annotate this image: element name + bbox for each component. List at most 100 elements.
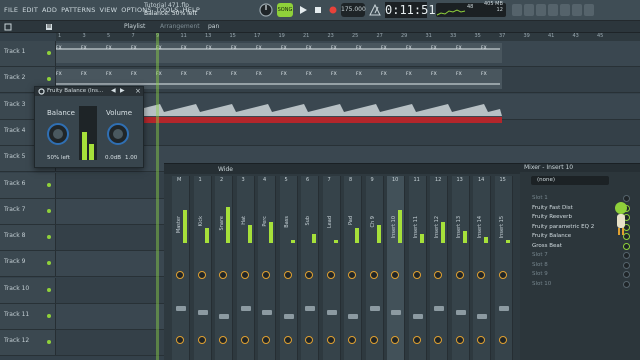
pattern-selector[interactable]: pan: [208, 23, 219, 30]
strip-route-knob[interactable]: [176, 336, 184, 344]
strip-fader[interactable]: [305, 306, 315, 311]
strip-pan-knob[interactable]: [477, 271, 485, 279]
automation-clip[interactable]: FX FX FX FX FX FX FX FX FX FX FX FX FX FX FX FX FX FX: [56, 43, 502, 63]
strip-fader[interactable]: [240, 306, 251, 311]
plugin-title[interactable]: Fruity Balance (Ins...: [35, 87, 143, 96]
record-button[interactable]: [327, 3, 339, 17]
stop-button[interactable]: [312, 3, 324, 17]
strip-route-knob[interactable]: [283, 336, 292, 344]
track-mute-led[interactable]: [47, 340, 51, 345]
strip-route-knob[interactable]: [197, 336, 206, 344]
play-button[interactable]: [297, 3, 309, 17]
chevron-left-icon[interactable]: ◀: [111, 87, 116, 94]
channel-rack-button[interactable]: [524, 4, 534, 16]
menu-view[interactable]: VIEW: [100, 6, 118, 14]
piano-roll-button[interactable]: [548, 4, 558, 16]
effect-slot[interactable]: Slot 9: [526, 270, 630, 279]
strip-fader[interactable]: [434, 306, 444, 311]
pattern-picker-button[interactable]: [512, 4, 522, 16]
effect-slot-toggle[interactable]: [623, 280, 630, 288]
mixer-strip[interactable]: 3 Hat: [236, 176, 255, 360]
balance-knob[interactable]: [47, 123, 69, 145]
tempo-display[interactable]: 175.000: [341, 3, 366, 17]
mixer-strip[interactable]: 6 Sub: [301, 176, 319, 360]
effect-slot[interactable]: Slot 10: [526, 280, 630, 289]
preset-selector[interactable]: (none): [531, 176, 609, 185]
effect-slot-toggle[interactable]: [623, 252, 630, 259]
track-mute-led[interactable]: [47, 235, 51, 240]
track-header[interactable]: Track 12: [0, 330, 56, 356]
track-mute-led[interactable]: [47, 208, 51, 213]
track-mute-led[interactable]: [47, 182, 51, 187]
track-mute-led[interactable]: [47, 314, 51, 318]
mixer-button[interactable]: [536, 4, 546, 16]
effect-slot-toggle[interactable]: [623, 242, 630, 250]
mixer-strip[interactable]: 2 Snare: [215, 176, 233, 360]
mixer-strip[interactable]: 12 Insert 12: [430, 176, 448, 360]
effect-slot-toggle[interactable]: [623, 271, 630, 278]
track-mute-led[interactable]: [47, 287, 51, 292]
track-mute-led[interactable]: [47, 77, 51, 82]
strip-pan-knob[interactable]: [498, 271, 507, 279]
mixer-strip[interactable]: 10 Insert 10: [387, 176, 405, 360]
strip-route-knob[interactable]: [326, 336, 335, 344]
chevron-right-icon[interactable]: ▶: [120, 87, 125, 94]
piano-icon[interactable]: [45, 23, 53, 31]
strip-route-knob[interactable]: [498, 336, 507, 344]
track-header[interactable]: Track 9: [0, 251, 56, 277]
strip-route-knob[interactable]: [434, 336, 442, 344]
strip-route-knob[interactable]: [412, 336, 421, 344]
menu-file[interactable]: FILE: [4, 6, 18, 14]
track-header[interactable]: Track 8: [0, 225, 56, 251]
track-header[interactable]: Track 6: [0, 172, 56, 198]
playlist-crumb[interactable]: Arrangement: [160, 23, 200, 30]
strip-fader[interactable]: [197, 310, 208, 315]
strip-pan-knob[interactable]: [326, 271, 335, 279]
mixer-strip[interactable]: 14 Insert 14: [473, 176, 491, 360]
timeline-ruler[interactable]: 1 3 5 7 9 11 13 15 17 19 21 23 25 27 29 31 33 35 37 39 41 43 4…: [56, 33, 640, 41]
mixer-strip[interactable]: 13 Insert 13: [451, 176, 470, 360]
strip-fader[interactable]: [412, 314, 423, 319]
playhead[interactable]: [156, 33, 159, 360]
mixer-strip[interactable]: M Master: [172, 176, 190, 360]
strip-route-knob[interactable]: [262, 336, 270, 344]
strip-fader[interactable]: [391, 310, 401, 315]
strip-pan-knob[interactable]: [219, 271, 227, 279]
strip-pan-knob[interactable]: [305, 271, 313, 279]
mixer-strip[interactable]: 9 Ch 9: [365, 176, 384, 360]
plugin-picker-button[interactable]: [572, 4, 582, 16]
mixer-strip[interactable]: 8 Pad: [344, 176, 362, 360]
menu-edit[interactable]: EDIT: [22, 6, 38, 14]
menu-add[interactable]: ADD: [42, 6, 57, 14]
strip-pan-knob[interactable]: [176, 271, 184, 279]
strip-fader[interactable]: [326, 310, 337, 315]
strip-fader[interactable]: [369, 306, 380, 311]
effect-slot[interactable]: Gross Beat: [526, 242, 630, 251]
strip-pan-knob[interactable]: [262, 271, 270, 279]
strip-pan-knob[interactable]: [348, 271, 356, 279]
mixer-strip[interactable]: 4 Perc: [258, 176, 276, 360]
strip-fader[interactable]: [498, 306, 509, 311]
browser-button[interactable]: [560, 4, 570, 16]
track-mute-led[interactable]: [47, 261, 51, 266]
track-lane[interactable]: FX FX FX FX FX FX FX FX FX FX FX FX FX FX FX FX FX FX: [56, 41, 640, 66]
strip-pan-knob[interactable]: [434, 271, 442, 279]
strip-fader[interactable]: [477, 314, 487, 319]
song-time[interactable]: 0:11:51: [385, 2, 436, 18]
effect-slot[interactable]: Slot 7: [526, 251, 630, 260]
effect-slot[interactable]: Slot 8: [526, 261, 630, 270]
master-volume-knob[interactable]: [259, 3, 273, 17]
strip-fader[interactable]: [262, 310, 272, 315]
track-mute-led[interactable]: [47, 51, 51, 55]
volume-knob[interactable]: [107, 123, 129, 145]
strip-pan-knob[interactable]: [455, 271, 464, 279]
track-header[interactable]: Track 1: [0, 41, 56, 66]
snap-icon[interactable]: [4, 23, 12, 31]
strip-route-knob[interactable]: [219, 336, 227, 344]
mixer-strip[interactable]: 5 Bass: [279, 176, 298, 360]
strip-route-knob[interactable]: [455, 336, 464, 344]
strip-fader[interactable]: [176, 306, 186, 311]
gear-icon[interactable]: [38, 88, 45, 95]
strip-pan-knob[interactable]: [369, 271, 378, 279]
strip-route-knob[interactable]: [305, 336, 313, 344]
